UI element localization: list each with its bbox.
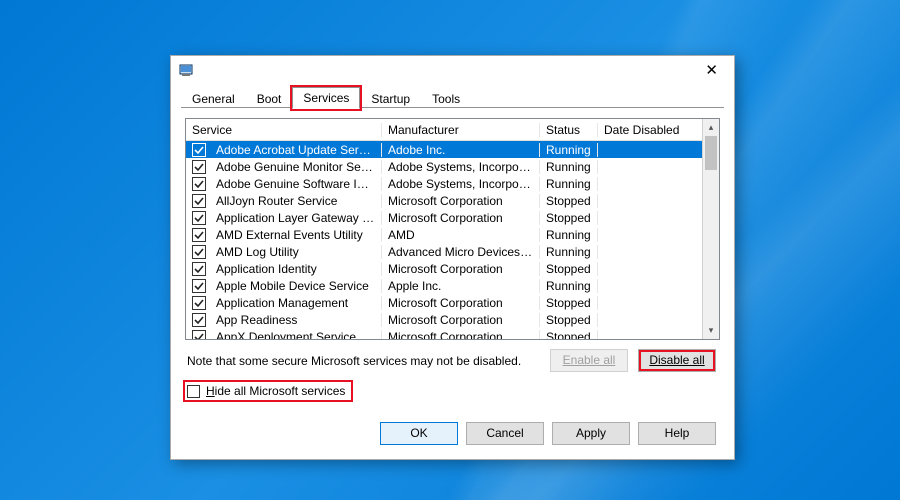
cell-service: Application Identity — [210, 262, 382, 276]
table-row[interactable]: Adobe Genuine Software Integri...Adobe S… — [186, 175, 702, 192]
cell-manufacturer: AMD — [382, 228, 540, 242]
cell-manufacturer: Apple Inc. — [382, 279, 540, 293]
cell-status: Running — [540, 279, 598, 293]
cell-service: Adobe Genuine Software Integri... — [210, 177, 382, 191]
table-row[interactable]: Apple Mobile Device ServiceApple Inc.Run… — [186, 277, 702, 294]
cell-service: AllJoyn Router Service — [210, 194, 382, 208]
table-row[interactable]: Adobe Genuine Monitor ServiceAdobe Syste… — [186, 158, 702, 175]
cell-status: Running — [540, 143, 598, 157]
cell-service: AppX Deployment Service (AppX... — [210, 330, 382, 340]
cell-status: Running — [540, 228, 598, 242]
row-checkbox[interactable] — [192, 194, 206, 208]
table-row[interactable]: AllJoyn Router ServiceMicrosoft Corporat… — [186, 192, 702, 209]
tab-services[interactable]: Services — [292, 87, 360, 109]
cell-status: Stopped — [540, 330, 598, 340]
ok-button[interactable]: OK — [380, 422, 458, 445]
table-row[interactable]: Application IdentityMicrosoft Corporatio… — [186, 260, 702, 277]
list-header[interactable]: Service Manufacturer Status Date Disable… — [186, 119, 719, 141]
hide-ms-services-row[interactable]: Hide all Microsoft services — [185, 382, 351, 400]
cell-status: Running — [540, 177, 598, 191]
table-row[interactable]: Adobe Acrobat Update ServiceAdobe Inc.Ru… — [186, 141, 702, 158]
scroll-up-icon[interactable]: ▴ — [703, 119, 719, 136]
cell-manufacturer: Adobe Systems, Incorpora... — [382, 177, 540, 191]
tab-startup[interactable]: Startup — [360, 88, 421, 109]
tab-general[interactable]: General — [181, 88, 246, 109]
cell-manufacturer: Advanced Micro Devices, I... — [382, 245, 540, 259]
cell-manufacturer: Microsoft Corporation — [382, 262, 540, 276]
cell-manufacturer: Microsoft Corporation — [382, 211, 540, 225]
col-date-disabled[interactable]: Date Disabled — [598, 123, 694, 137]
cell-manufacturer: Microsoft Corporation — [382, 330, 540, 340]
table-row[interactable]: App ReadinessMicrosoft CorporationStoppe… — [186, 311, 702, 328]
row-checkbox[interactable] — [192, 279, 206, 293]
hide-ms-label: Hide all Microsoft services — [206, 384, 345, 398]
cell-service: AMD Log Utility — [210, 245, 382, 259]
cell-status: Stopped — [540, 262, 598, 276]
close-button[interactable]: ✕ — [697, 59, 726, 81]
row-checkbox[interactable] — [192, 245, 206, 259]
help-button[interactable]: Help — [638, 422, 716, 445]
scroll-thumb[interactable] — [705, 136, 717, 170]
cell-manufacturer: Adobe Systems, Incorpora... — [382, 160, 540, 174]
cell-manufacturer: Microsoft Corporation — [382, 296, 540, 310]
cell-status: Running — [540, 245, 598, 259]
cell-status: Running — [540, 160, 598, 174]
cell-service: Adobe Genuine Monitor Service — [210, 160, 382, 174]
tabstrip: General Boot Services Startup Tools — [171, 84, 734, 108]
cancel-button[interactable]: Cancel — [466, 422, 544, 445]
row-checkbox[interactable] — [192, 262, 206, 276]
enable-all-label: Enable all — [563, 353, 616, 367]
cell-manufacturer: Microsoft Corporation — [382, 194, 540, 208]
titlebar[interactable]: ✕ — [171, 56, 734, 84]
row-checkbox[interactable] — [192, 143, 206, 157]
row-checkbox[interactable] — [192, 160, 206, 174]
app-icon — [179, 62, 195, 78]
cell-manufacturer: Microsoft Corporation — [382, 313, 540, 327]
cell-status: Stopped — [540, 194, 598, 208]
scrollbar[interactable]: ▴ ▾ — [702, 119, 719, 339]
scroll-down-icon[interactable]: ▾ — [703, 322, 719, 339]
cell-service: AMD External Events Utility — [210, 228, 382, 242]
cell-service: Application Management — [210, 296, 382, 310]
disable-all-label: Disable all — [649, 353, 704, 367]
table-row[interactable]: AppX Deployment Service (AppX...Microsof… — [186, 328, 702, 339]
row-checkbox[interactable] — [192, 313, 206, 327]
table-row[interactable]: Application Layer Gateway ServiceMicroso… — [186, 209, 702, 226]
cell-service: Apple Mobile Device Service — [210, 279, 382, 293]
cell-service: Adobe Acrobat Update Service — [210, 143, 382, 157]
disable-all-button[interactable]: Disable all — [638, 349, 716, 372]
cell-service: Application Layer Gateway Service — [210, 211, 382, 225]
cell-status: Stopped — [540, 211, 598, 225]
tab-boot[interactable]: Boot — [246, 88, 293, 109]
row-checkbox[interactable] — [192, 177, 206, 191]
col-service[interactable]: Service — [186, 123, 382, 137]
row-checkbox[interactable] — [192, 211, 206, 225]
services-list[interactable]: Service Manufacturer Status Date Disable… — [185, 118, 720, 340]
col-manufacturer[interactable]: Manufacturer — [382, 123, 540, 137]
row-checkbox[interactable] — [192, 228, 206, 242]
cell-manufacturer: Adobe Inc. — [382, 143, 540, 157]
msconfig-dialog: ✕ General Boot Services Startup Tools Se… — [170, 55, 735, 460]
apply-button[interactable]: Apply — [552, 422, 630, 445]
enable-all-button[interactable]: Enable all — [550, 349, 628, 372]
col-status[interactable]: Status — [540, 123, 598, 137]
list-rows: Adobe Acrobat Update ServiceAdobe Inc.Ru… — [186, 141, 702, 339]
row-checkbox[interactable] — [192, 296, 206, 310]
cell-service: App Readiness — [210, 313, 382, 327]
cell-status: Stopped — [540, 296, 598, 310]
table-row[interactable]: Application ManagementMicrosoft Corporat… — [186, 294, 702, 311]
hide-ms-checkbox[interactable] — [187, 385, 200, 398]
cell-status: Stopped — [540, 313, 598, 327]
note-text: Note that some secure Microsoft services… — [187, 354, 521, 368]
table-row[interactable]: AMD Log UtilityAdvanced Micro Devices, I… — [186, 243, 702, 260]
table-row[interactable]: AMD External Events UtilityAMDRunning — [186, 226, 702, 243]
row-checkbox[interactable] — [192, 330, 206, 340]
tab-tools[interactable]: Tools — [421, 88, 471, 109]
